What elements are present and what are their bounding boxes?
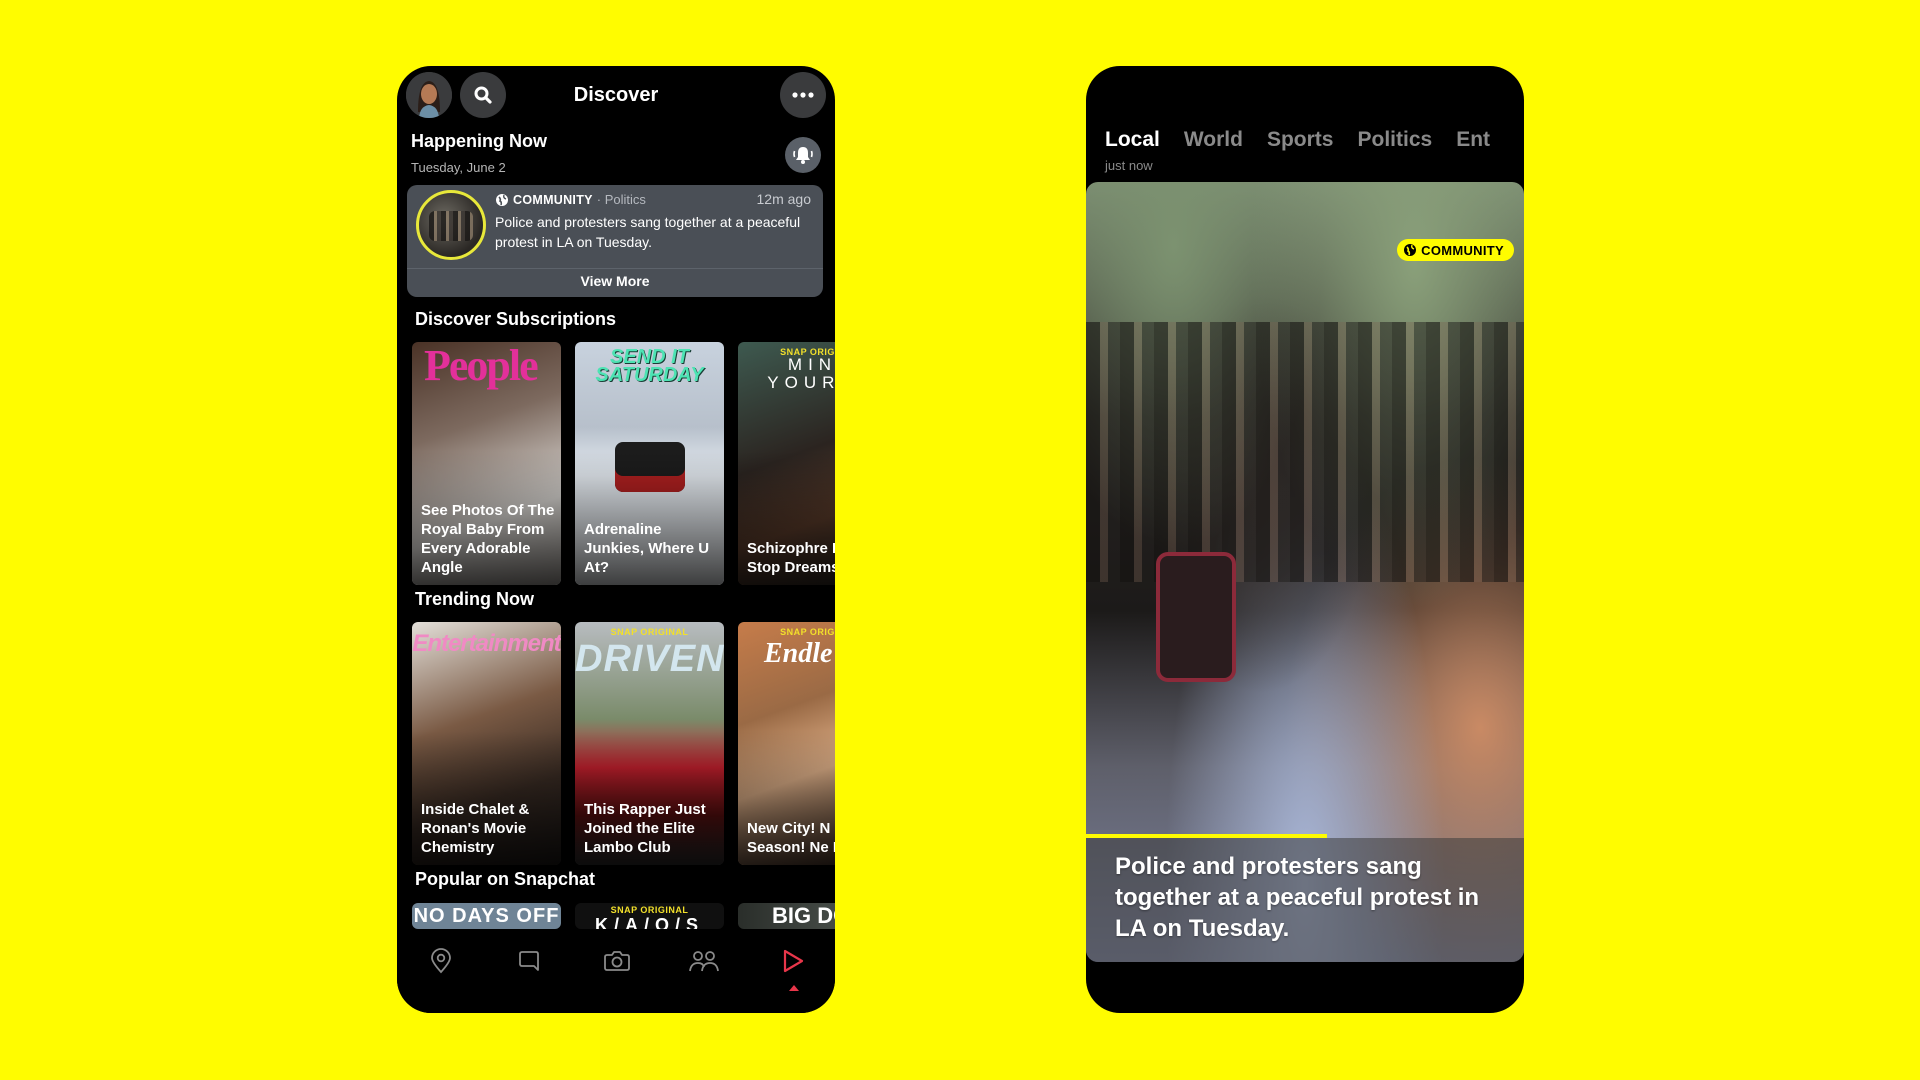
- view-more-button[interactable]: View More: [407, 273, 823, 289]
- video-caption: Police and protesters sang together at a…: [1115, 853, 1480, 942]
- category-tabs: Local World Sports Politics Ent: [1105, 128, 1490, 152]
- nav-map[interactable]: [423, 943, 459, 979]
- happening-now-heading: Happening Now: [411, 131, 547, 151]
- play-triangle-icon: [783, 949, 804, 973]
- story-thumbnail[interactable]: [416, 190, 486, 260]
- snap-original-label: SNAP ORIGINAL: [610, 905, 689, 915]
- discover-subscriptions-heading: Discover Subscriptions: [415, 309, 617, 329]
- active-tab-indicator: [789, 985, 799, 991]
- tab-entertainment[interactable]: Ent: [1456, 128, 1490, 152]
- tab-sports[interactable]: Sports: [1267, 128, 1334, 152]
- nav-camera[interactable]: [599, 943, 635, 979]
- page-title: Discover: [573, 84, 659, 106]
- tile-caption: Inside Chalet & Ronan's Movie Chemistry: [421, 801, 530, 856]
- friends-icon: [689, 951, 719, 972]
- tile-caption: New City! N Season! Ne Dylan!: [747, 820, 835, 856]
- story-video[interactable]: COMMUNITY Police and protesters sang tog…: [1086, 182, 1524, 962]
- community-badge-label: COMMUNITY: [1421, 242, 1504, 258]
- story-tile[interactable]: People See Photos Of The Royal Baby From…: [412, 342, 561, 585]
- publisher-logo: Entertainment: [412, 630, 561, 657]
- show-logo: Endle: [764, 638, 833, 669]
- nav-discover[interactable]: [775, 943, 811, 979]
- community-badge: COMMUNITY: [1397, 239, 1514, 261]
- story-tile[interactable]: SEND IT SATURDAY Adrenaline Junkies, Whe…: [575, 342, 724, 585]
- popular-on-snapchat-heading: Popular on Snapchat: [415, 869, 596, 889]
- discover-phone-screen: Discover Happening Now Tuesday, June 2 C…: [397, 66, 835, 1013]
- story-meta: COMMUNITY · Politics: [495, 192, 646, 207]
- globe-icon: [496, 193, 508, 206]
- tile-caption: This Rapper Just Joined the Elite Lambo …: [584, 801, 706, 856]
- discover-header: Discover: [397, 66, 835, 130]
- publisher-logo: SEND IT SATURDAY: [595, 346, 704, 386]
- show-logo: NO DAYS OFF: [413, 905, 560, 927]
- discover-subscriptions-row: People See Photos Of The Royal Baby From…: [412, 342, 835, 585]
- story-tile[interactable]: Entertainment Inside Chalet & Ronan's Mo…: [412, 622, 561, 865]
- story-tile[interactable]: SNAP ORIGINAL K/A/O/S: [575, 903, 724, 929]
- story-source: COMMUNITY: [513, 192, 593, 207]
- video-frame-crowd: [1086, 322, 1524, 582]
- tile-caption: See Photos Of The Royal Baby From Every …: [421, 502, 555, 576]
- popular-row: NO DAYS OFF SNAP ORIGINAL K/A/O/S BIG DO: [412, 903, 835, 929]
- more-dots-icon: [792, 92, 814, 98]
- story-timestamp: 12m ago: [756, 191, 811, 207]
- chat-bubble-icon: [519, 951, 539, 971]
- show-logo: BIG DO: [772, 903, 835, 928]
- show-logo: DRIVEN: [575, 638, 724, 680]
- story-headline: Police and protesters sang together at a…: [495, 214, 801, 250]
- tile-caption: Adrenaline Junkies, Where U At?: [584, 521, 710, 576]
- nav-chat[interactable]: [511, 943, 547, 979]
- story-category: · Politics: [596, 192, 646, 207]
- show-logo: MIN YOURS: [767, 355, 835, 392]
- happening-now-story-card[interactable]: COMMUNITY · Politics 12m ago Police and …: [407, 185, 823, 297]
- trending-now-heading: Trending Now: [415, 589, 534, 609]
- tab-politics[interactable]: Politics: [1357, 128, 1432, 152]
- story-viewer-phone-screen: Local World Sports Politics Ent just now…: [1086, 66, 1524, 1013]
- trending-now-row: Entertainment Inside Chalet & Ronan's Mo…: [412, 622, 835, 865]
- tab-world[interactable]: World: [1184, 128, 1243, 152]
- divider: [407, 268, 823, 269]
- nav-friends[interactable]: [686, 943, 722, 979]
- story-tile[interactable]: NO DAYS OFF: [412, 903, 561, 929]
- tile-caption: Schizophre Didn't Stop Dreams: [747, 540, 835, 576]
- camera-icon: [604, 951, 630, 971]
- snap-original-label: SNAP ORIGIN: [780, 627, 835, 637]
- snap-original-label: SNAP ORIGINAL: [610, 627, 689, 637]
- bottom-navigation: [397, 929, 835, 1013]
- map-pin-icon: [431, 948, 451, 974]
- story-tile[interactable]: SNAP ORIGIN MIN YOURS Schizophre Didn't …: [738, 342, 835, 585]
- bell-ringing-icon: [793, 147, 813, 164]
- active-tab-subtitle: just now: [1105, 158, 1153, 173]
- show-logo: K/A/O/S: [594, 915, 704, 929]
- notification-bell-button[interactable]: [785, 137, 821, 173]
- globe-icon: [1404, 244, 1417, 256]
- story-tile[interactable]: BIG DO: [738, 903, 835, 929]
- story-tile[interactable]: SNAP ORIGINAL DRIVEN This Rapper Just Jo…: [575, 622, 724, 865]
- tab-local[interactable]: Local: [1105, 128, 1160, 152]
- more-options-button[interactable]: [780, 72, 826, 118]
- video-frame-phone: [1156, 552, 1236, 682]
- happening-now-date: Tuesday, June 2: [411, 160, 506, 175]
- publisher-logo: People: [424, 342, 539, 390]
- story-tile[interactable]: SNAP ORIGIN Endle New City! N Season! Ne…: [738, 622, 835, 865]
